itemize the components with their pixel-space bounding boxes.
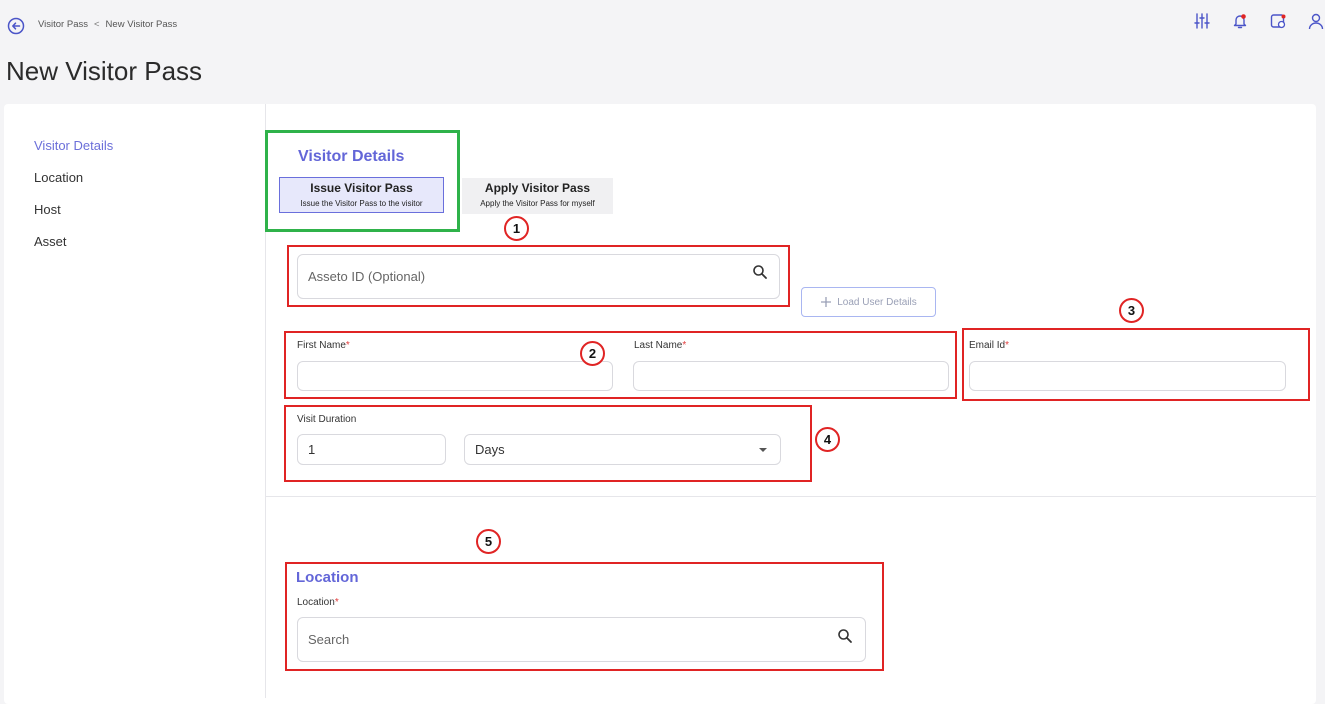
annotation-marker-4: 4 [815, 427, 840, 452]
apply-option-title: Apply Visitor Pass [484, 181, 591, 195]
page-title: New Visitor Pass [6, 56, 203, 86]
annotation-marker-3: 3 [1119, 298, 1144, 323]
sidebar-item-asset[interactable]: Asset [34, 234, 67, 249]
annotation-box-1 [287, 245, 790, 307]
user-icon[interactable] [1307, 12, 1325, 30]
apply-option-subtitle: Apply the Visitor Pass for myself [480, 199, 595, 208]
section-divider [266, 496, 1316, 497]
back-arrow-icon[interactable] [6, 16, 26, 36]
breadcrumb-separator: < [93, 19, 100, 30]
load-user-details-button[interactable]: Load User Details [801, 287, 936, 317]
sidebar-item-visitor-details[interactable]: Visitor Details [34, 138, 113, 153]
bell-icon[interactable] [1231, 12, 1249, 30]
apply-visitor-pass-option[interactable]: Apply Visitor Pass Apply the Visitor Pas… [462, 178, 613, 214]
sidebar-item-location[interactable]: Location [34, 170, 83, 185]
annotation-box-3 [962, 328, 1310, 401]
calendar-icon[interactable] [1269, 12, 1287, 30]
annotation-marker-2: 2 [580, 341, 605, 366]
annotation-box-5 [285, 562, 884, 671]
sliders-icon[interactable] [1193, 12, 1211, 30]
annotation-box-2 [284, 331, 957, 399]
sidebar-item-host[interactable]: Host [34, 202, 61, 217]
annotation-box-4 [284, 405, 812, 482]
breadcrumb: Visitor Pass < New Visitor Pass [38, 19, 177, 30]
toolbar-icons [1193, 12, 1325, 30]
load-user-details-label: Load User Details [837, 296, 917, 308]
annotation-green-box [265, 130, 460, 232]
annotation-marker-1: 1 [504, 216, 529, 241]
plus-icon [821, 297, 832, 307]
annotation-marker-5: 5 [476, 529, 501, 554]
breadcrumb-current: New Visitor Pass [105, 19, 178, 30]
breadcrumb-parent[interactable]: Visitor Pass [38, 19, 88, 30]
